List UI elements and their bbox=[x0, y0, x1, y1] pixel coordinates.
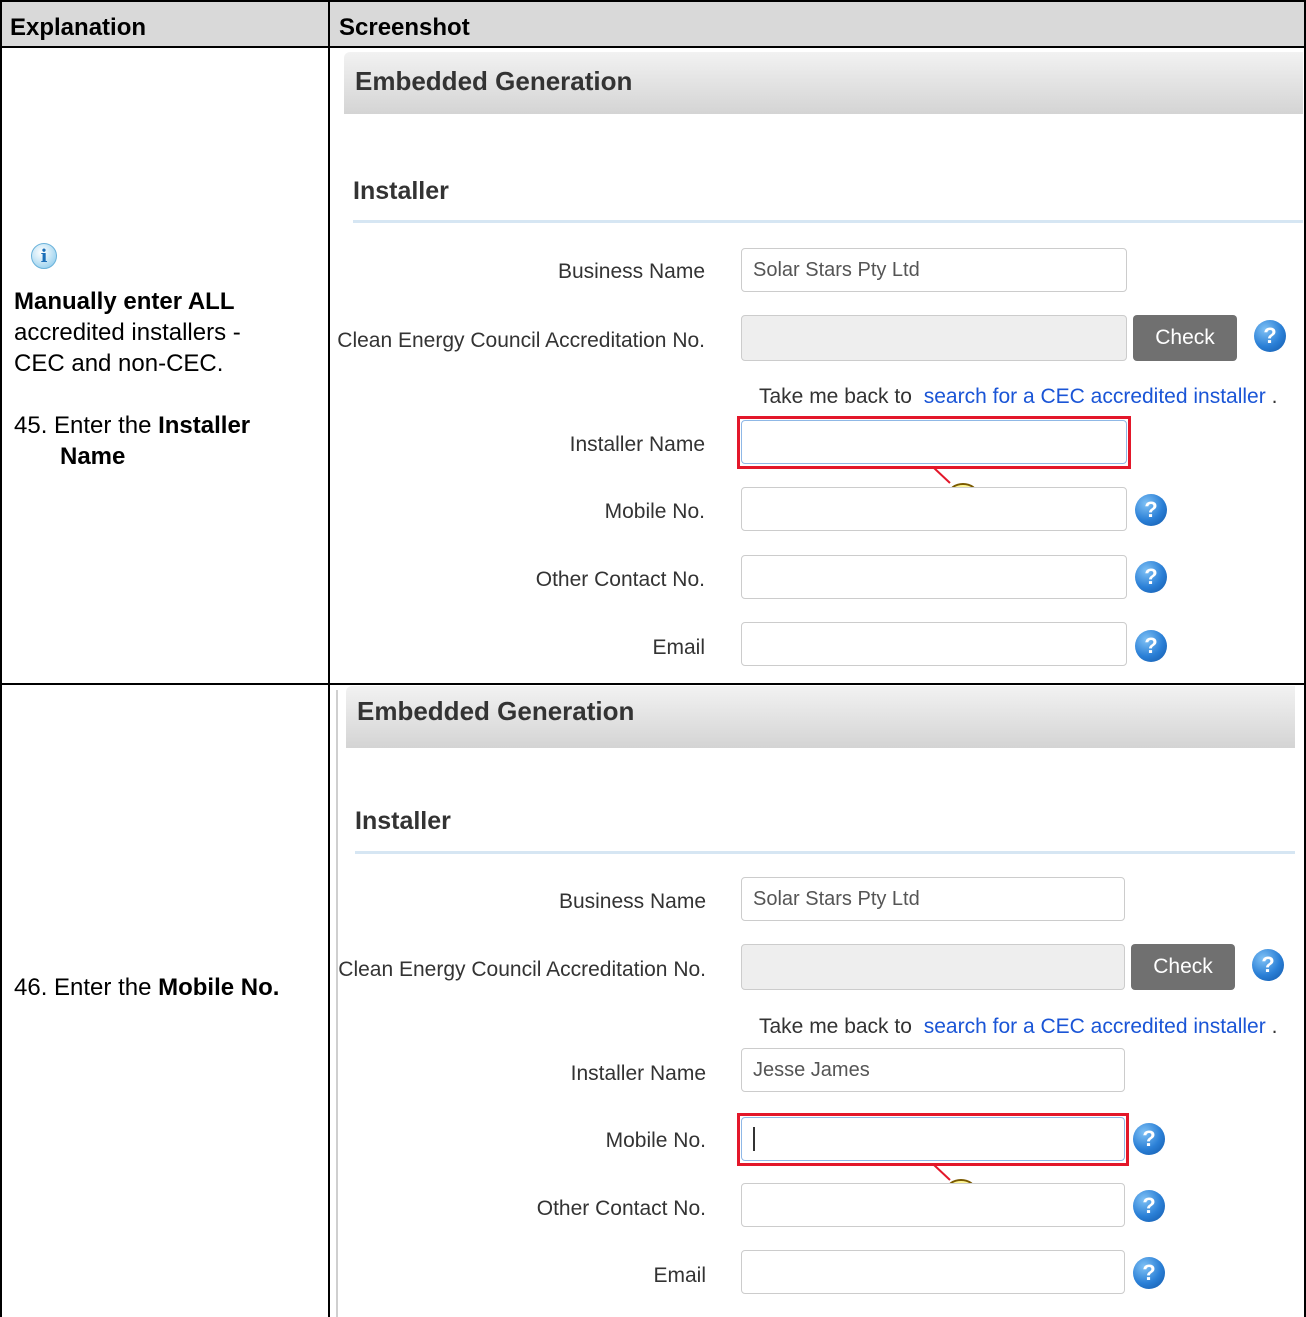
manual-note-bold: Manually enter ALL bbox=[14, 288, 235, 315]
installer-name-field[interactable]: Jesse James bbox=[741, 1048, 1125, 1092]
step46-bold: Mobile No. bbox=[158, 974, 280, 1001]
installer-name-label: Installer Name bbox=[570, 1062, 706, 1085]
section-title: Installer bbox=[355, 807, 451, 835]
other-contact-field[interactable] bbox=[741, 1183, 1125, 1227]
installer-name-label: Installer Name bbox=[569, 433, 705, 456]
cec-accreditation-label: Clean Energy Council Accreditation No. bbox=[338, 958, 706, 981]
help-icon-mobile[interactable]: ? bbox=[1135, 494, 1167, 526]
business-name-label: Business Name bbox=[557, 260, 705, 283]
step45-prefix: 45. Enter the bbox=[14, 412, 159, 439]
info-icon: i bbox=[31, 243, 57, 269]
mobile-field[interactable] bbox=[741, 487, 1127, 531]
help-icon-other-contact[interactable]: ? bbox=[1133, 1190, 1165, 1222]
help-icon-email[interactable]: ? bbox=[1133, 1257, 1165, 1289]
pane-title: Embedded Generation bbox=[357, 696, 635, 726]
help-icon-cec[interactable]: ? bbox=[1252, 949, 1284, 981]
row2-explanation: 46. Enter the Mobile No. bbox=[14, 972, 279, 1003]
back-to-search: Take me back to search for a CEC accredi… bbox=[759, 385, 1277, 409]
check-button[interactable]: Check bbox=[1131, 944, 1235, 990]
grid-row-divider bbox=[0, 683, 1306, 685]
manual-note-line2: accredited installers - bbox=[14, 319, 241, 346]
header-explanation: Explanation bbox=[10, 14, 147, 41]
back-text: Take me back to bbox=[759, 385, 912, 408]
pane-title: Embedded Generation bbox=[355, 66, 633, 96]
row1-form-panel: Embedded Generation Installer Business N… bbox=[336, 52, 1303, 682]
section-rule bbox=[355, 851, 1295, 854]
cec-accreditation-field[interactable] bbox=[741, 944, 1125, 990]
cec-accreditation-label: Clean Energy Council Accreditation No. bbox=[337, 329, 705, 352]
help-icon-mobile[interactable]: ? bbox=[1133, 1123, 1165, 1155]
search-cec-link[interactable]: search for a CEC accredited installer bbox=[924, 385, 1266, 408]
back-period: . bbox=[1271, 1015, 1278, 1038]
other-contact-label: Other Contact No. bbox=[536, 1197, 706, 1220]
business-name-label: Business Name bbox=[558, 890, 706, 913]
help-icon-email[interactable]: ? bbox=[1135, 630, 1167, 662]
table-header-row bbox=[0, 0, 1306, 46]
header-screenshot: Screenshot bbox=[339, 14, 470, 41]
manual-note-line3: CEC and non-CEC. bbox=[14, 350, 224, 377]
mobile-label: Mobile No. bbox=[604, 500, 705, 523]
step46-prefix: 46. Enter the bbox=[14, 974, 159, 1001]
grid-left bbox=[0, 0, 2, 1317]
grid-top bbox=[0, 0, 1306, 2]
cec-accreditation-field[interactable] bbox=[741, 315, 1127, 361]
help-icon-cec[interactable]: ? bbox=[1254, 320, 1286, 352]
business-name-field[interactable]: Solar Stars Pty Ltd bbox=[741, 248, 1127, 292]
email-label: Email bbox=[653, 1264, 706, 1287]
email-field[interactable] bbox=[741, 1250, 1125, 1294]
back-to-search: Take me back to search for a CEC accredi… bbox=[759, 1015, 1277, 1039]
back-period: . bbox=[1271, 385, 1278, 408]
row2-form-panel: Embedded Generation Installer Business N… bbox=[338, 686, 1295, 1317]
help-icon-other-contact[interactable]: ? bbox=[1135, 561, 1167, 593]
row1-explanation: Manually enter ALL accredited installers… bbox=[14, 286, 250, 472]
back-text: Take me back to bbox=[759, 1015, 912, 1038]
other-contact-label: Other Contact No. bbox=[535, 568, 705, 591]
business-name-field[interactable]: Solar Stars Pty Ltd bbox=[741, 877, 1125, 921]
highlight-installer-name bbox=[737, 416, 1131, 469]
email-field[interactable] bbox=[741, 622, 1127, 666]
mobile-label: Mobile No. bbox=[605, 1129, 706, 1152]
search-cec-link[interactable]: search for a CEC accredited installer bbox=[924, 1015, 1266, 1038]
highlight-mobile bbox=[737, 1113, 1129, 1166]
grid-middle bbox=[328, 0, 330, 1317]
step45-bold-2: Name bbox=[60, 443, 126, 470]
email-label: Email bbox=[652, 636, 705, 659]
step45-bold-1: Installer bbox=[158, 412, 251, 439]
section-title: Installer bbox=[353, 177, 449, 205]
grid-header-bottom bbox=[0, 46, 1306, 48]
section-rule bbox=[353, 220, 1303, 223]
check-button[interactable]: Check bbox=[1133, 315, 1237, 361]
other-contact-field[interactable] bbox=[741, 555, 1127, 599]
